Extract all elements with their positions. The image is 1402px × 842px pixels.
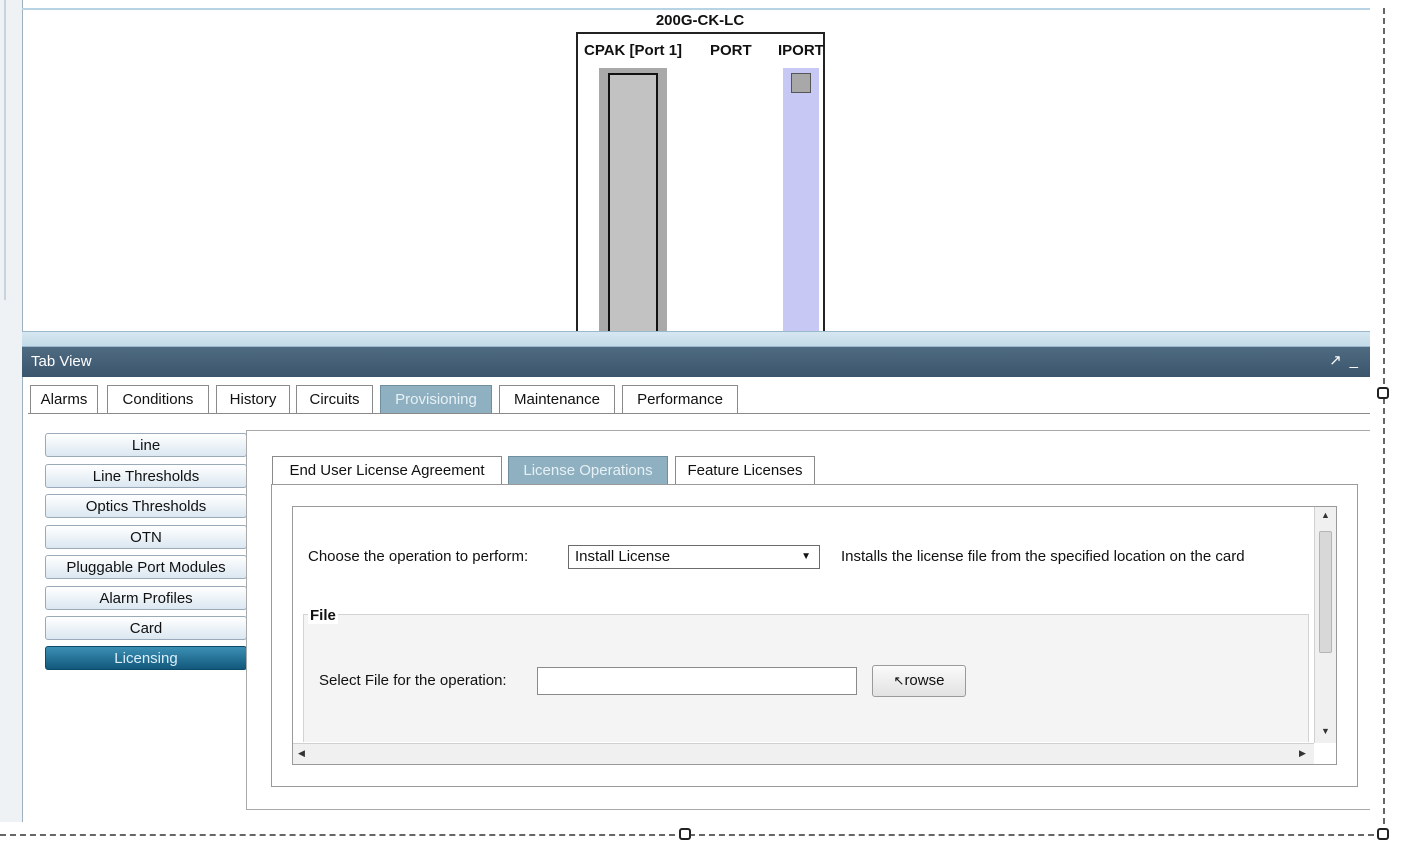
tabs-baseline	[28, 413, 1370, 414]
operation-select-value: Install License	[575, 548, 671, 565]
scroll-right-icon[interactable]: ▶	[1299, 748, 1306, 759]
vertical-scrollbar[interactable]: ▲ ▼	[1314, 507, 1336, 743]
scroll-left-icon[interactable]: ◀	[298, 748, 305, 759]
port-label-iport: IPORT	[778, 42, 824, 59]
tab-history[interactable]: History	[216, 385, 290, 413]
nav-card[interactable]: Card	[45, 616, 247, 640]
selection-frame-right	[1383, 8, 1385, 834]
cpak-port-slot[interactable]	[599, 68, 667, 334]
browse-button[interactable]: ↖rowse	[872, 665, 966, 697]
operation-description: Installs the license file from the speci…	[841, 548, 1245, 565]
tab-view-header: Tab View ↗_	[22, 347, 1370, 377]
vertical-scroll-thumb[interactable]	[1319, 531, 1332, 653]
nav-line[interactable]: Line	[45, 433, 247, 457]
tab-alarms[interactable]: Alarms	[30, 385, 98, 413]
tab-provisioning[interactable]: Provisioning	[380, 385, 492, 413]
port-label-cpak: CPAK [Port 1]	[584, 42, 683, 59]
subtab-feature-licenses[interactable]: Feature Licenses	[675, 456, 815, 484]
tab-circuits[interactable]: Circuits	[296, 385, 373, 413]
card-faceplate[interactable]: CPAK [Port 1] PORT IPORT	[576, 32, 825, 334]
resize-handle-bottom[interactable]	[679, 828, 691, 840]
horizontal-scrollbar[interactable]: ◀ ▶	[293, 743, 1314, 764]
card-title: 200G-CK-LC	[655, 12, 745, 29]
file-path-input[interactable]	[537, 667, 857, 695]
tab-view-title: Tab View	[31, 353, 92, 370]
iport-strip[interactable]	[783, 68, 819, 334]
scroll-up-icon[interactable]: ▲	[1321, 510, 1330, 520]
browse-button-label: rowse	[904, 672, 945, 689]
nav-otn[interactable]: OTN	[45, 525, 247, 549]
subtab-eula[interactable]: End User License Agreement	[272, 456, 502, 484]
operation-select[interactable]: Install License ▼	[568, 545, 820, 569]
cpak-module[interactable]	[608, 73, 658, 334]
tab-conditions[interactable]: Conditions	[107, 385, 209, 413]
minimize-icon[interactable]: _	[1350, 352, 1366, 369]
chevron-down-icon[interactable]: ▼	[801, 546, 811, 568]
nav-optics-thresholds[interactable]: Optics Thresholds	[45, 494, 247, 518]
resize-handle-corner[interactable]	[1377, 828, 1389, 840]
window-left-edge	[0, 0, 23, 822]
nav-alarm-profiles[interactable]: Alarm Profiles	[45, 586, 247, 610]
tab-maintenance[interactable]: Maintenance	[499, 385, 615, 413]
nav-line-thresholds[interactable]: Line Thresholds	[45, 464, 247, 488]
file-group-title: File	[308, 607, 338, 624]
selection-frame-bottom	[0, 834, 1384, 836]
select-file-label: Select File for the operation:	[319, 672, 507, 689]
operation-label: Choose the operation to perform:	[308, 548, 529, 565]
mouse-cursor-icon: ↖	[893, 673, 905, 688]
iport-led-icon	[791, 73, 811, 93]
subtab-license-operations[interactable]: License Operations	[508, 456, 668, 484]
nav-pluggable-port-modules[interactable]: Pluggable Port Modules	[45, 555, 247, 579]
split-divider[interactable]	[22, 331, 1370, 347]
resize-handle-right[interactable]	[1377, 387, 1389, 399]
undock-icon[interactable]: ↗	[1329, 352, 1350, 369]
nav-licensing[interactable]: Licensing	[45, 646, 247, 670]
scroll-down-icon[interactable]: ▼	[1321, 726, 1330, 736]
port-label-port: PORT	[710, 42, 752, 59]
tab-performance[interactable]: Performance	[622, 385, 738, 413]
